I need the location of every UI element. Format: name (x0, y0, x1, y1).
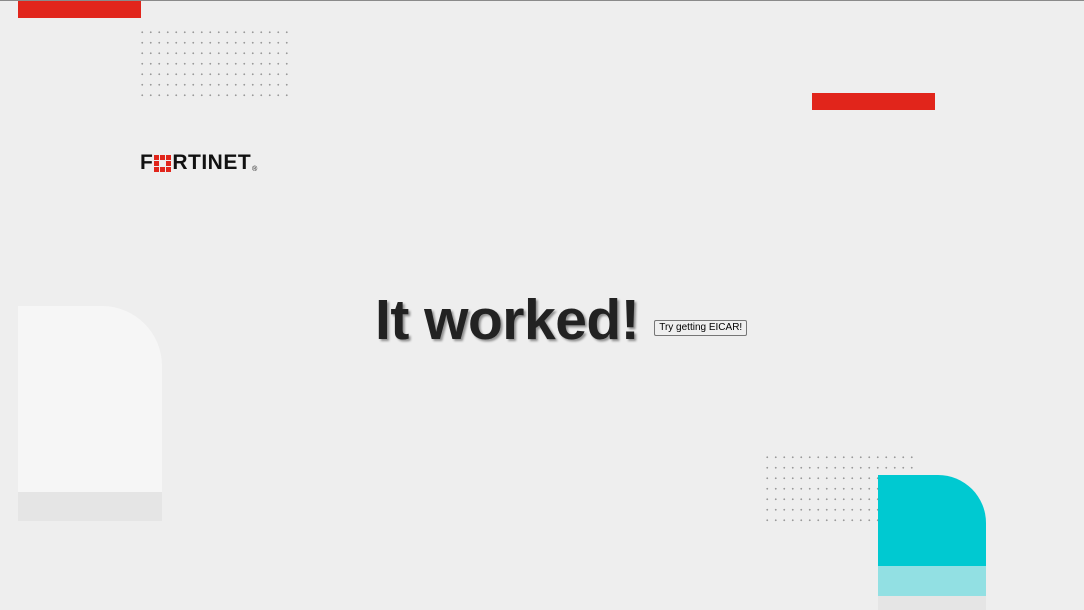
dot-pattern-top (138, 27, 290, 101)
decorative-shape-teal-light (878, 566, 986, 596)
decorative-shape-right-base (878, 596, 986, 610)
decorative-shape-left (18, 306, 162, 492)
try-eicar-button[interactable]: Try getting EICAR! (654, 320, 748, 336)
logo-registered-mark: ® (252, 166, 258, 173)
headline-row: It worked! Try getting EICAR! (375, 284, 748, 356)
logo-grid-icon (154, 154, 172, 172)
logo-text-right: RTINET (172, 151, 252, 174)
page-background: F RTINET ® It worked! Try getting EICAR! (0, 0, 1084, 610)
fortinet-logo: F RTINET ® (140, 151, 258, 174)
logo-text-left: F (140, 151, 154, 174)
decorative-shape-teal (878, 475, 986, 566)
decorative-shape-left-base (18, 492, 162, 521)
red-accent-bar-top-left (18, 1, 141, 18)
page-headline: It worked! (375, 288, 640, 352)
red-accent-bar-top-right (812, 93, 935, 110)
